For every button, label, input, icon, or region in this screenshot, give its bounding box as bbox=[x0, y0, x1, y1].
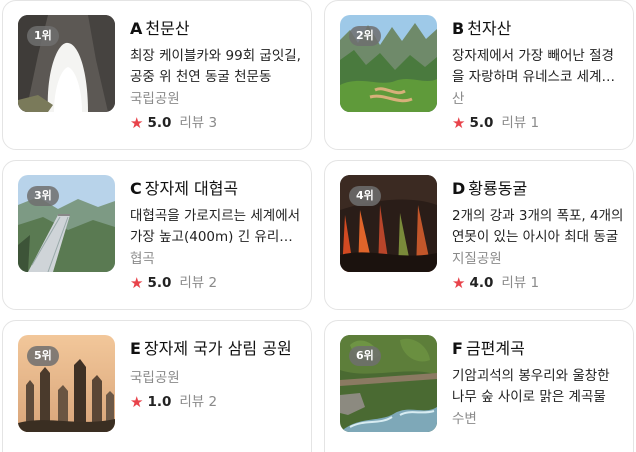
place-name: 금편계곡 bbox=[465, 339, 525, 358]
rank-badge: 1위 bbox=[27, 26, 59, 46]
place-thumbnail[interactable]: 1위 bbox=[18, 15, 115, 112]
place-thumbnail[interactable]: 3위 bbox=[18, 175, 115, 272]
place-category: 수변 bbox=[452, 411, 477, 427]
place-category: 협곡 bbox=[130, 251, 155, 267]
review-label: 리뷰 bbox=[501, 275, 527, 291]
review-count: 2 bbox=[208, 394, 218, 410]
place-name: 장자제 대협곡 bbox=[144, 179, 239, 198]
rating-row: ★ 5.0 리뷰 3 bbox=[130, 113, 302, 133]
star-icon: ★ bbox=[130, 393, 144, 411]
place-thumbnail[interactable]: 2위 bbox=[340, 15, 437, 112]
rating-row: ★ 1.0 리뷰 2 bbox=[130, 392, 302, 412]
place-description: 기암괴석의 봉우리와 울창한 나무 숲 사이로 맑은 계곡물 bbox=[452, 368, 610, 405]
rank-badge: 2위 bbox=[349, 26, 381, 46]
review-count: 3 bbox=[208, 115, 218, 131]
star-icon: ★ bbox=[130, 114, 144, 132]
place-label: F bbox=[452, 339, 463, 358]
place-card-1[interactable]: 1위 A 천문산 최장 케이블카와 99회 굽잇길, 공중 위 천연 동굴 천문동… bbox=[2, 0, 312, 150]
place-description: 최장 케이블카와 99회 굽잇길, 공중 위 천연 동굴 천문동 bbox=[130, 48, 301, 85]
place-card-5[interactable]: 5위 E 장자제 국가 삼림 공원 국립공원 ★ 1.0 리뷰 2 bbox=[2, 320, 312, 452]
place-description: 2개의 강과 3개의 폭포, 4개의 연못이 있는 아시아 최대 동굴 bbox=[452, 208, 624, 245]
place-category: 국립공원 bbox=[130, 370, 180, 386]
star-icon: ★ bbox=[452, 274, 466, 292]
rating-row: ★ 4.0 리뷰 1 bbox=[452, 273, 624, 293]
place-label: B bbox=[452, 19, 465, 38]
review-label: 리뷰 bbox=[179, 115, 205, 131]
place-card-6[interactable]: 6위 F 금편계곡 기암괴석의 봉우리와 울창한 나무 숲 사이로 맑은 계곡물 … bbox=[324, 320, 634, 452]
place-card-3[interactable]: 3위 C 장자제 대협곡 대협곡을 가로지르는 세계에서 가장 높고(400m) … bbox=[2, 160, 312, 310]
place-description: 대협곡을 가로지르는 세계에서 가장 높고(400m) 긴 유리다리 bbox=[130, 208, 301, 245]
rating-score: 1.0 bbox=[147, 394, 172, 410]
place-title[interactable]: C 장자제 대협곡 bbox=[130, 178, 302, 200]
rating-score: 5.0 bbox=[147, 275, 172, 291]
place-category: 국립공원 bbox=[130, 91, 180, 107]
place-card-2[interactable]: 2위 B 천자산 장자제에서 가장 빼어난 절경을 자랑하며 유네스코 세계유 산 … bbox=[324, 0, 634, 150]
review-label: 리뷰 bbox=[501, 115, 527, 131]
place-thumbnail[interactable]: 5위 bbox=[18, 335, 115, 432]
rating-score: 5.0 bbox=[147, 115, 172, 131]
rating-row: ★ 5.0 리뷰 2 bbox=[130, 273, 302, 293]
place-title[interactable]: B 천자산 bbox=[452, 18, 624, 40]
place-category: 지질공원 bbox=[452, 251, 502, 267]
place-name: 장자제 국가 삼림 공원 bbox=[143, 339, 292, 358]
place-label: C bbox=[130, 179, 142, 198]
rank-badge: 6위 bbox=[349, 346, 381, 366]
place-name: 천문산 bbox=[145, 19, 190, 38]
star-icon: ★ bbox=[452, 114, 466, 132]
review-count: 1 bbox=[530, 115, 540, 131]
place-thumbnail[interactable]: 6위 bbox=[340, 335, 437, 432]
place-category: 산 bbox=[452, 91, 465, 107]
place-description: 장자제에서 가장 빼어난 절경을 자랑하며 유네스코 세계유산 bbox=[452, 48, 614, 85]
review-count: 1 bbox=[530, 275, 540, 291]
rating-score: 5.0 bbox=[469, 115, 494, 131]
place-title[interactable]: A 천문산 bbox=[130, 18, 302, 40]
place-name: 황룡동굴 bbox=[468, 179, 528, 198]
star-icon: ★ bbox=[130, 274, 144, 292]
place-label: D bbox=[452, 179, 466, 198]
place-title[interactable]: F 금편계곡 bbox=[452, 338, 624, 360]
rank-badge: 4위 bbox=[349, 186, 381, 206]
review-label: 리뷰 bbox=[179, 394, 205, 410]
place-name: 천자산 bbox=[467, 19, 512, 38]
place-title[interactable]: D 황룡동굴 bbox=[452, 178, 624, 200]
rank-badge: 3위 bbox=[27, 186, 59, 206]
place-title[interactable]: E 장자제 국가 삼림 공원 bbox=[130, 338, 302, 360]
place-card-4[interactable]: 4위 D 황룡동굴 2개의 강과 3개의 폭포, 4개의 연못이 있는 아시아 최… bbox=[324, 160, 634, 310]
review-label: 리뷰 bbox=[179, 275, 205, 291]
rating-row: ★ 5.0 리뷰 1 bbox=[452, 113, 624, 133]
review-count: 2 bbox=[208, 275, 218, 291]
rank-badge: 5위 bbox=[27, 346, 59, 366]
place-label: E bbox=[130, 339, 141, 358]
rating-score: 4.0 bbox=[469, 275, 494, 291]
place-thumbnail[interactable]: 4위 bbox=[340, 175, 437, 272]
place-label: A bbox=[130, 19, 143, 38]
